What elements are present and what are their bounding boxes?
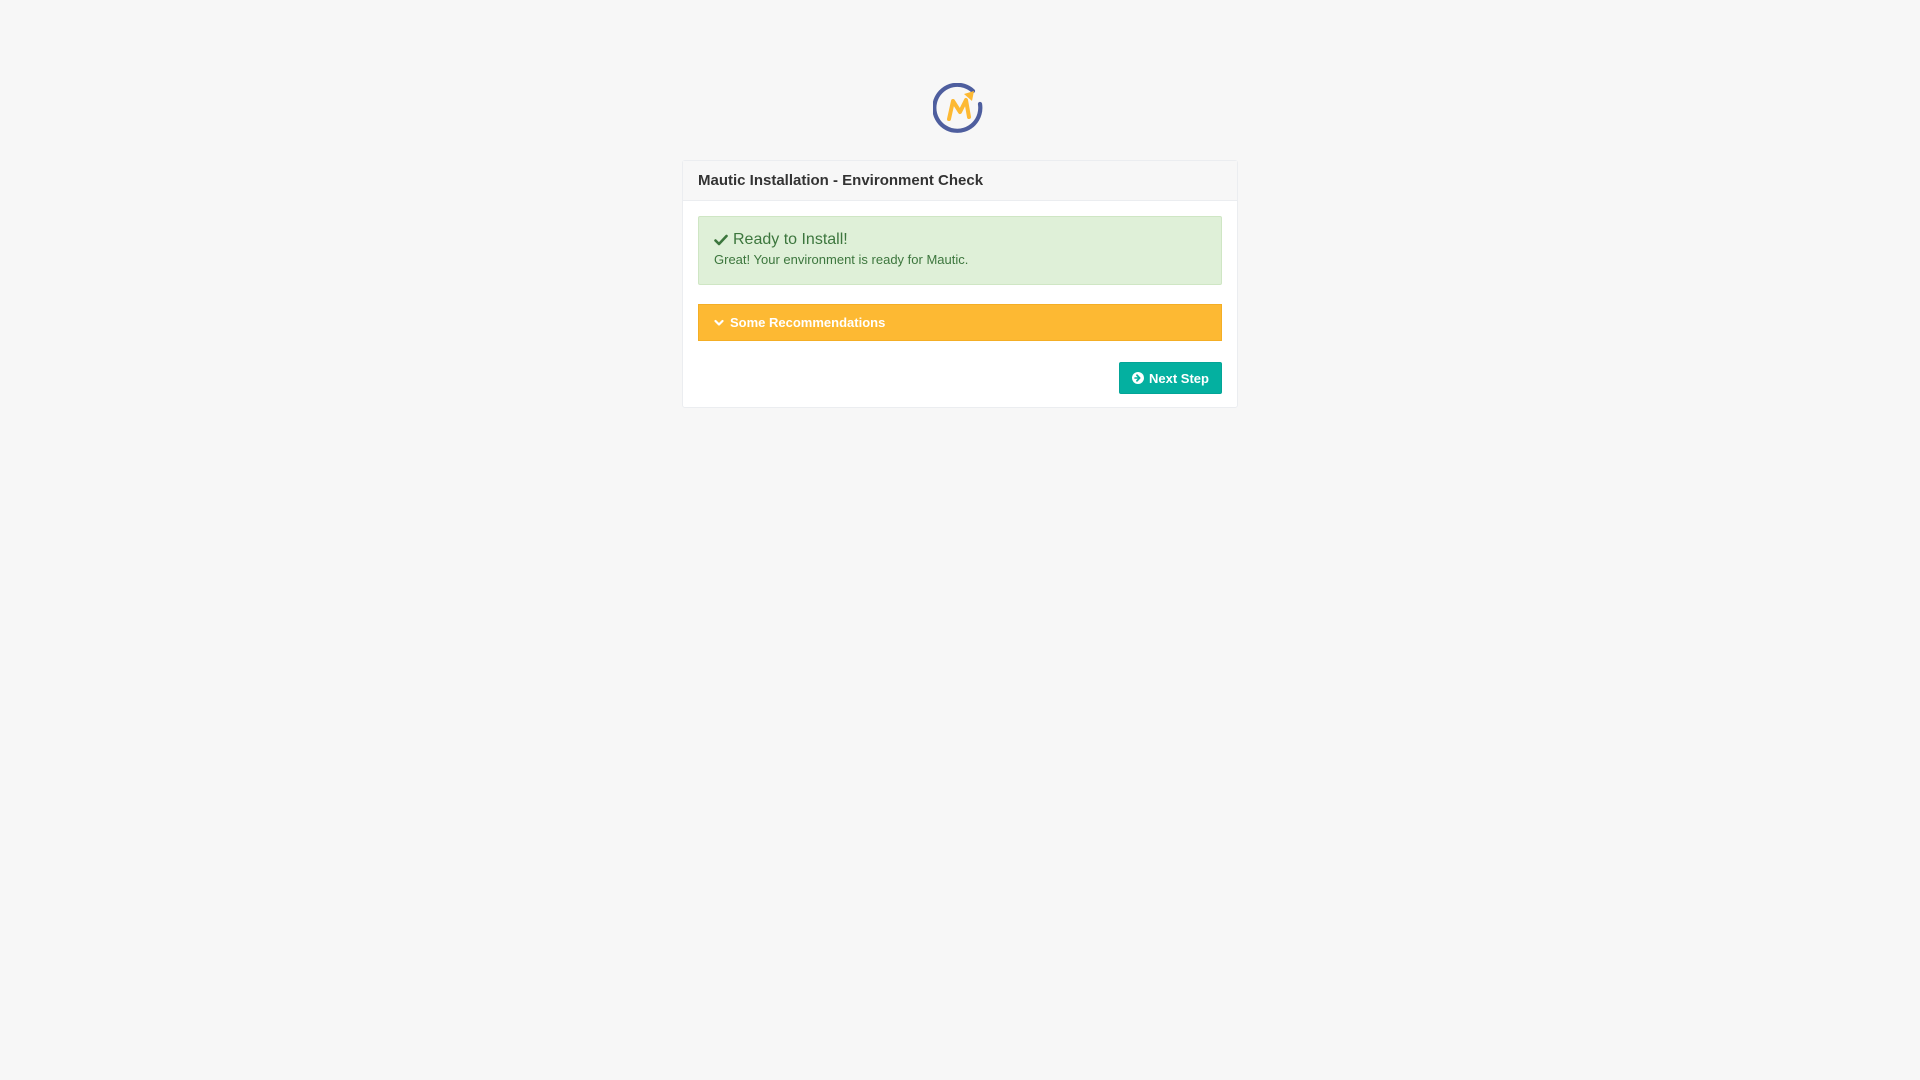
alert-title: Ready to Install! bbox=[733, 231, 848, 248]
panel-title: Mautic Installation - Environment Check bbox=[698, 172, 984, 189]
next-step-button[interactable]: Next Step bbox=[1119, 362, 1222, 394]
mautic-logo bbox=[933, 83, 983, 133]
logo-container bbox=[0, 83, 1920, 137]
panel-heading: Mautic Installation - Environment Check bbox=[683, 161, 1237, 201]
next-step-label: Next Step bbox=[1149, 370, 1209, 386]
check-icon bbox=[714, 234, 728, 246]
arrow-circle-right-icon bbox=[1132, 372, 1145, 384]
recommendations-toggle[interactable]: Some Recommendations bbox=[698, 304, 1222, 341]
ready-alert: Ready to Install! Great! Your environmen… bbox=[698, 216, 1222, 285]
alert-message: Great! Your environment is ready for Mau… bbox=[714, 252, 969, 267]
installation-panel: Mautic Installation - Environment Check … bbox=[682, 160, 1238, 408]
panel-body: Ready to Install! Great! Your environmen… bbox=[683, 201, 1237, 408]
chevron-down-icon bbox=[714, 319, 724, 326]
alert-title-row: Ready to Install! bbox=[714, 231, 1206, 249]
recommendations-label: Some Recommendations bbox=[730, 315, 886, 330]
